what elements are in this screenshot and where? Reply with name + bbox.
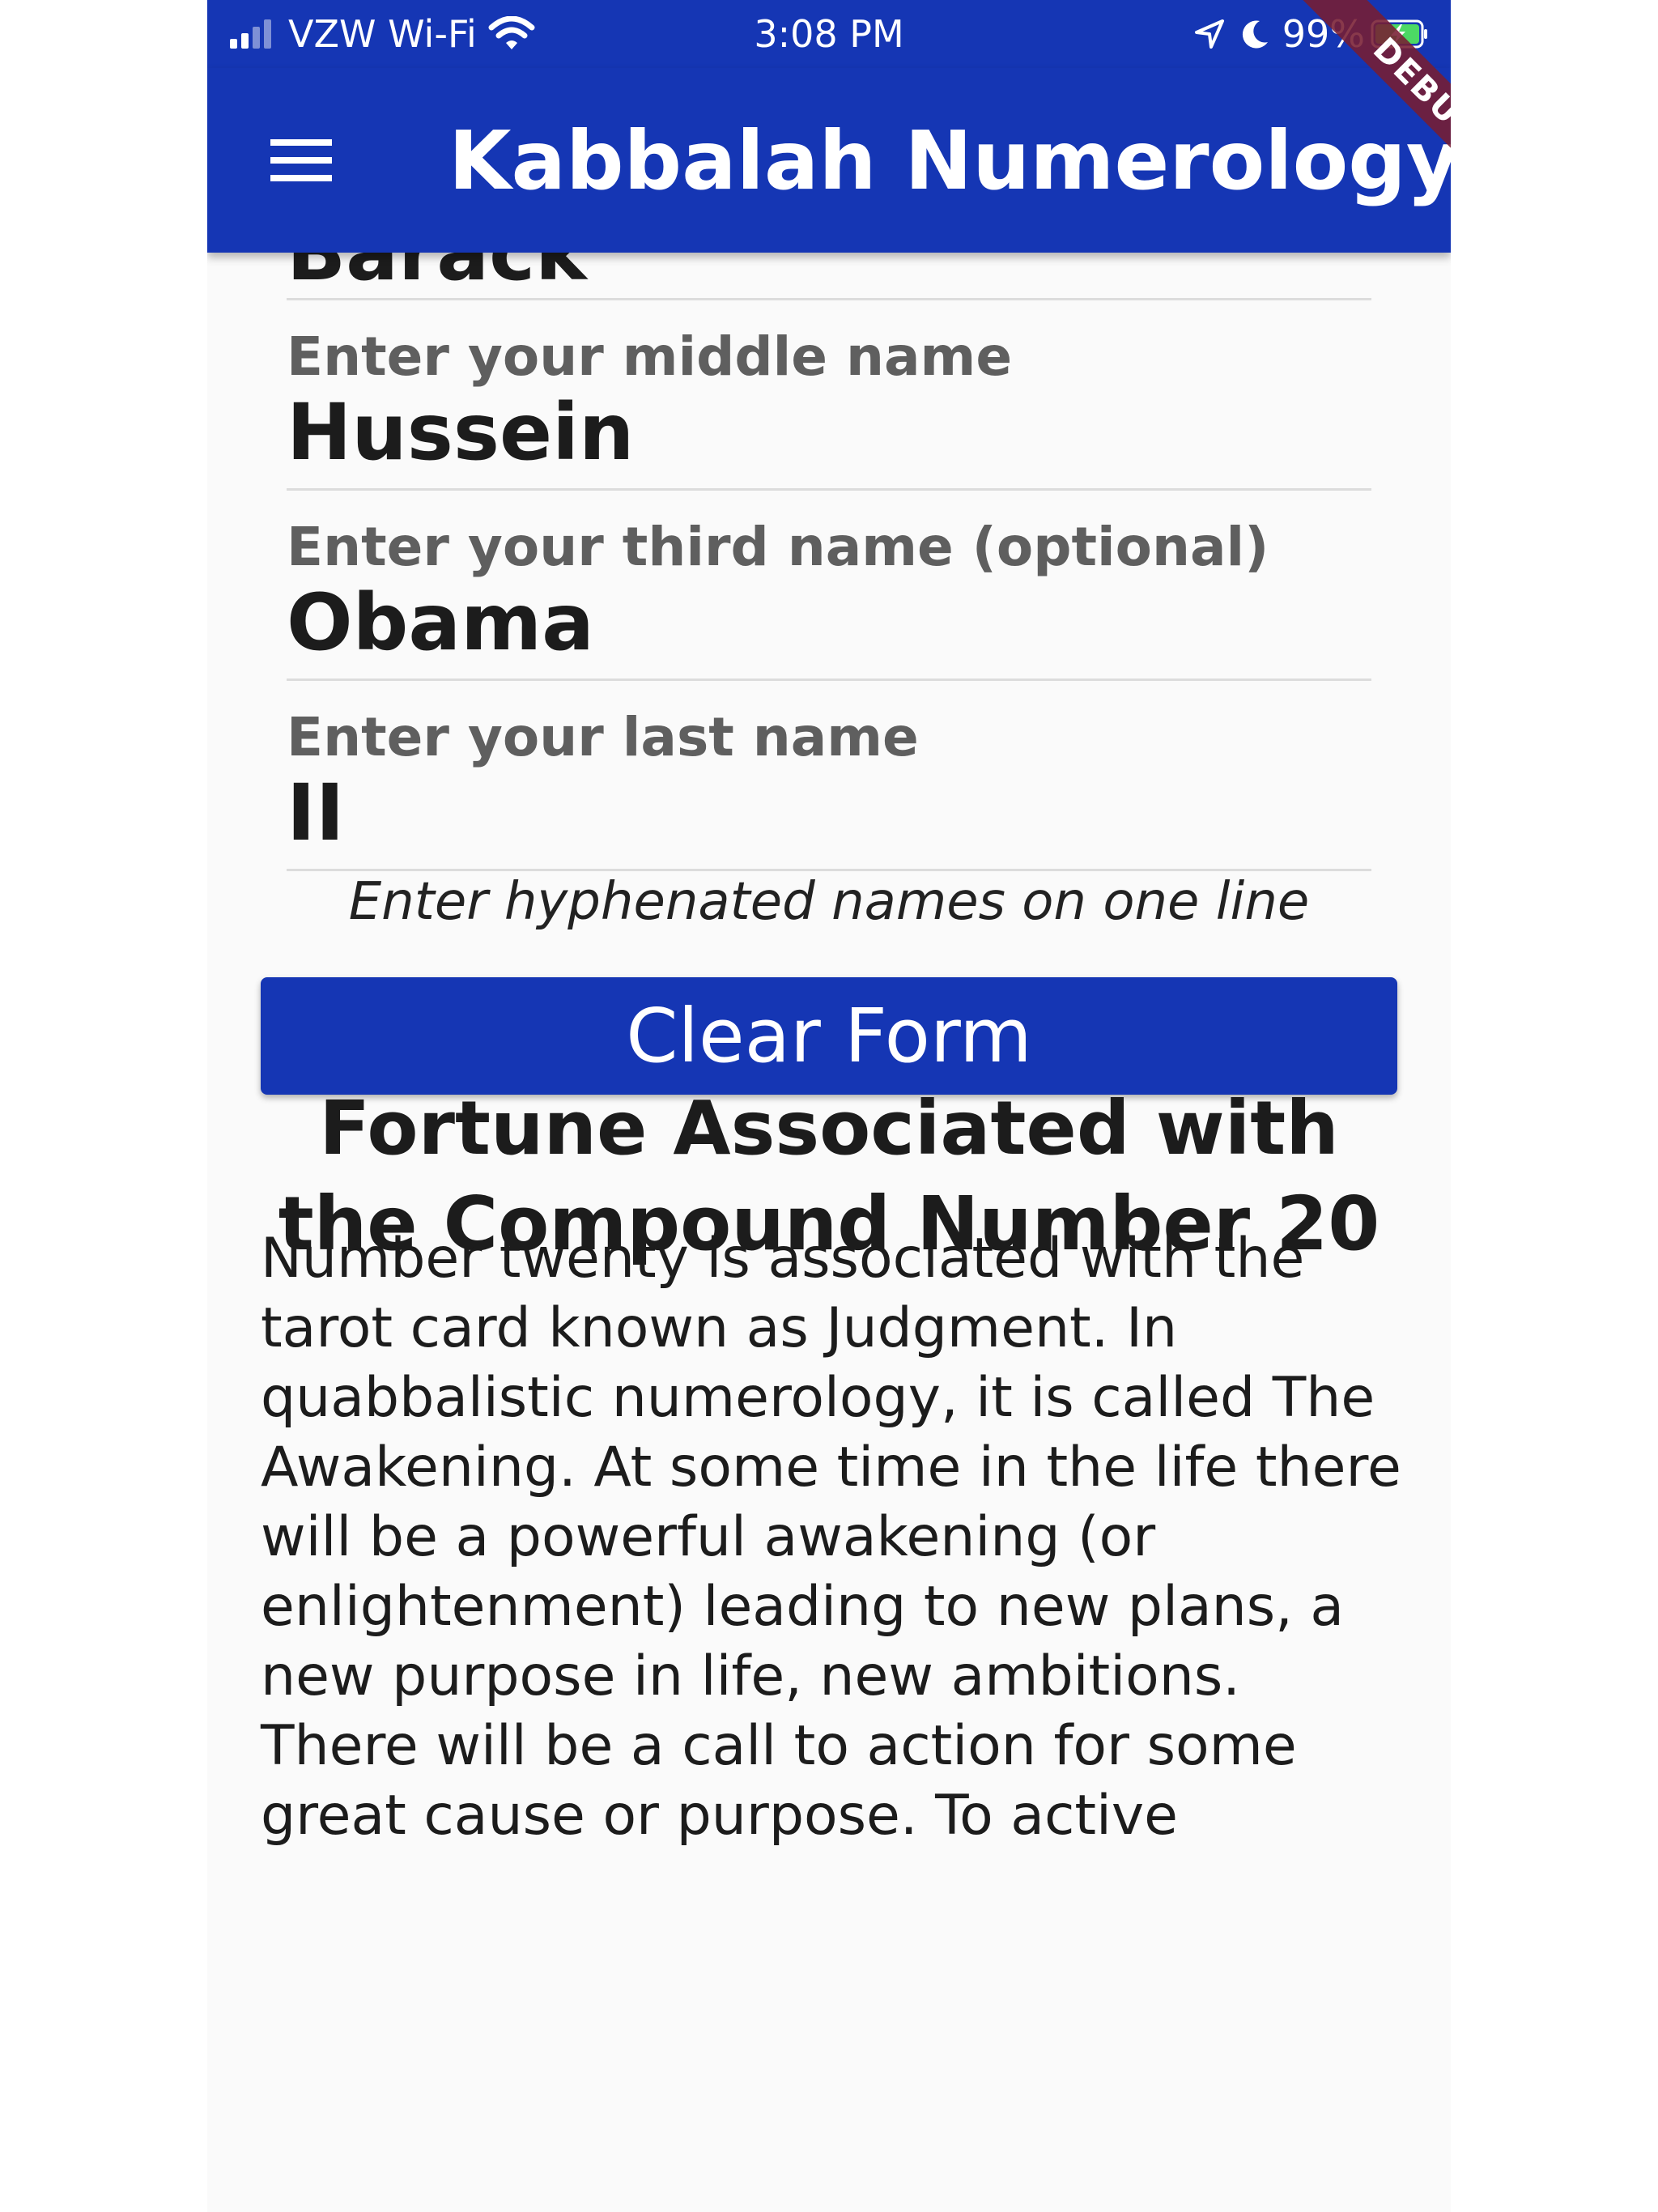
battery-percent: 99% [1282,12,1365,56]
app-title: Kabbalah Numerology [449,113,1451,208]
first-name-field[interactable]: Barack [287,208,1371,300]
form-content: Barack Enter your middle name Hussein En… [207,208,1451,2212]
third-name-field[interactable]: Enter your third name (optional) Obama [287,491,1371,681]
location-arrow-icon [1194,19,1224,49]
status-right: 99% [1193,10,1430,58]
middle-name-label: Enter your middle name [287,325,1013,388]
third-name-label: Enter your third name (optional) [287,516,1269,578]
moon-icon [1242,20,1268,49]
middle-name-field[interactable]: Enter your middle name Hussein [287,300,1371,491]
last-name-field[interactable]: Enter your last name II [287,681,1371,871]
middle-name-value[interactable]: Hussein [287,388,634,477]
hyphenated-names-hint: Enter hyphenated names on one line [348,872,1310,932]
app-bar: Kabbalah Numerology [207,68,1451,253]
hamburger-menu-icon[interactable] [270,138,332,183]
last-name-value[interactable]: II [287,768,344,857]
last-name-label: Enter your last name [287,706,919,768]
status-bar: VZW Wi-Fi 3:08 PM 99% [207,0,1451,68]
fortune-description: Number twenty is associated with the tar… [261,1227,1401,1848]
third-name-value[interactable]: Obama [287,578,594,667]
phone-screen: VZW Wi-Fi 3:08 PM 99% Kabbalah Numerolog… [207,0,1451,2212]
clear-form-button[interactable]: Clear Form [261,977,1397,1095]
battery-charging-icon [1371,19,1427,49]
